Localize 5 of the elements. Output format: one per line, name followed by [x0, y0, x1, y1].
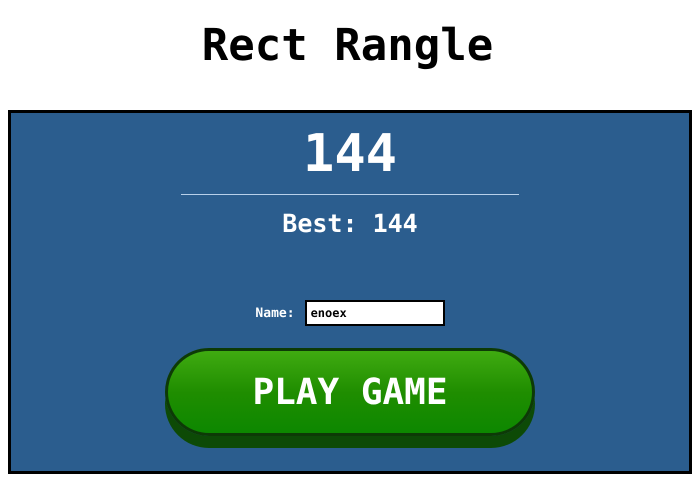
game-title: Rect Rangle [202, 20, 494, 70]
score: 144 [303, 123, 397, 185]
best-score: Best: 144 [282, 209, 418, 238]
name-label: Name: [255, 306, 295, 320]
name-field[interactable]: enoex [304, 300, 445, 326]
